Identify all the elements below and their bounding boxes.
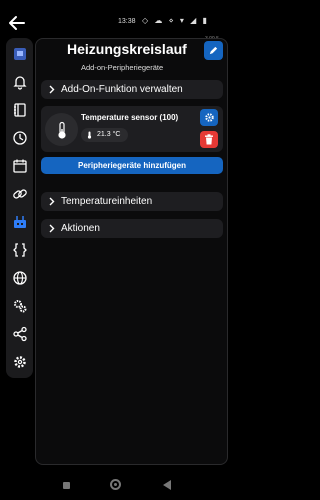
sidebar-item-share[interactable] [6,320,33,348]
sidebar-item-settings[interactable] [6,348,33,376]
sidebar-item-log[interactable] [6,96,33,124]
pencil-icon [209,46,218,55]
sensor-settings-button[interactable] [200,109,218,126]
section-units-label: Temperatureinheiten [61,196,153,207]
sidebar-item-history[interactable] [6,124,33,152]
calendar-icon [12,159,27,173]
braces-icon [12,243,27,257]
chevron-right-icon [49,224,55,233]
section-actions-label: Aktionen [61,223,100,234]
sidebar-item-links[interactable] [6,180,33,208]
sidebar-item-system[interactable] [6,292,33,320]
temperature-chip: 21.3 °C [81,128,128,142]
sidebar-item-alerts[interactable] [6,68,33,96]
temperature-value: 21.3 °C [97,131,121,138]
gears-icon [13,300,26,313]
status-time: 13:38 [118,18,136,25]
status-icons: ◇ ☁ ⋄ ▾ ◢ ▮ [142,16,209,25]
add-peripheral-button[interactable]: Peripheriegeräte hinzufügen [41,157,223,174]
chevron-right-icon [49,85,55,94]
page-title: Heizungskreislauf [67,41,187,57]
sensor-delete-button[interactable] [200,131,218,148]
page-subtitle: Add-on-Peripheriegeräte [81,63,164,72]
thermometer-icon [45,113,78,146]
gear-icon [204,113,214,122]
section-manage-label: Add-On-Funktion verwalten [61,84,183,95]
settings-icon [13,356,26,368]
sidebar-item-code[interactable] [6,236,33,264]
device-icon [13,48,26,60]
sidebar-item-peripherals[interactable] [6,208,33,236]
sidebar-item-schedule[interactable] [6,152,33,180]
sidebar-item-device[interactable] [6,40,33,68]
chevron-right-icon [49,197,55,206]
main-panel [35,38,228,465]
clock-icon [12,131,27,145]
notebook-icon [13,103,26,117]
recents-icon[interactable] [63,482,70,489]
peripherals-icon [13,216,26,228]
bell-icon [12,76,27,90]
system-nav-bar [0,470,233,500]
trash-icon [205,134,213,145]
section-manage-addon[interactable]: Add-On-Funktion verwalten [41,80,223,99]
sidebar-item-network[interactable] [6,264,33,292]
section-temperature-units[interactable]: Temperatureinheiten [41,192,223,211]
home-icon[interactable] [110,479,121,490]
section-actions[interactable]: Aktionen [41,219,223,238]
globe-icon [12,271,27,285]
thermometer-small-icon [87,131,92,139]
nav-back-icon[interactable] [163,480,171,490]
edit-button[interactable] [204,41,223,60]
sensor-name: Temperature sensor (100) [81,113,179,122]
share-icon [12,326,27,342]
link-icon [12,189,27,199]
back-arrow-icon[interactable] [8,14,26,32]
sidebar [6,38,33,378]
